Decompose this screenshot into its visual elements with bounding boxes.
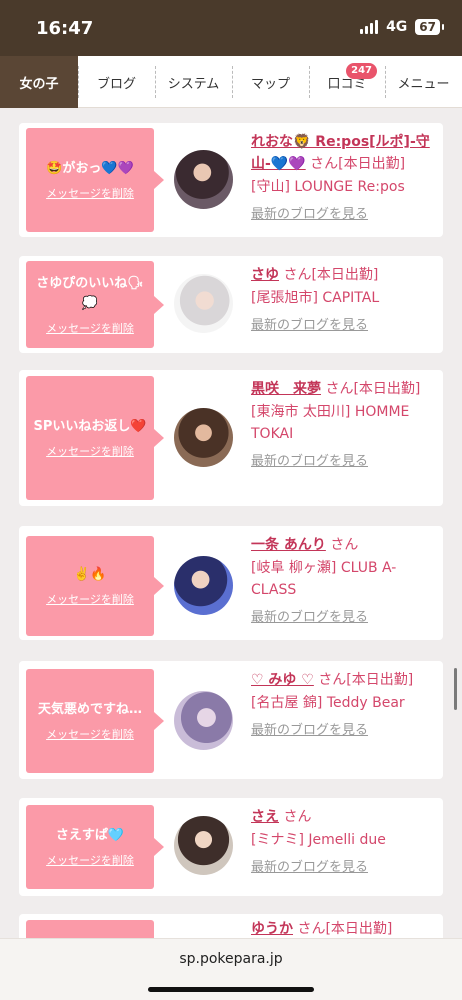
tab-label: ブログ — [96, 76, 136, 92]
latest-blog-link[interactable]: 最新のブログを見る — [251, 857, 437, 879]
cast-status: さん[本日出勤] — [283, 267, 379, 283]
message-card: SPいいねお返し❤️ メッセージを削除 黒咲 来夢 さん[本日出勤] [東海市 … — [19, 370, 443, 506]
avatar[interactable] — [174, 150, 233, 209]
message-card: さゆぴのいいね🗣💭 メッセージを削除 さゆ さん[本日出勤] [尾張旭市] CA… — [19, 256, 443, 353]
message-bubble: 🤩がおっ💙💜 メッセージを削除 — [26, 128, 164, 232]
status-icons: 4G 67 — [360, 19, 444, 35]
cast-info: 黒咲 来夢 さん[本日出勤] [東海市 太田川] HOMME TOKAI 最新の… — [251, 378, 437, 473]
avatar[interactable] — [174, 408, 233, 467]
delete-message-link[interactable]: メッセージを削除 — [46, 320, 134, 336]
message-text: 🤩がおっ💙💜 — [46, 161, 134, 176]
cast-status: さん[本日出勤] — [318, 672, 414, 688]
cast-status: さん — [283, 809, 312, 825]
delete-message-link[interactable]: メッセージを削除 — [46, 185, 134, 201]
tab-system[interactable]: システム — [155, 56, 232, 108]
cast-name-link[interactable]: 一条 あんり — [251, 537, 326, 553]
avatar[interactable] — [174, 274, 233, 333]
delete-message-link[interactable]: メッセージを削除 — [46, 726, 134, 742]
signal-icon — [360, 20, 379, 34]
cast-info: さえ さん [ミナミ] Jemelli due 最新のブログを見る — [251, 806, 437, 879]
tab-label: 女の子 — [19, 76, 59, 92]
latest-blog-link[interactable]: 最新のブログを見る — [251, 315, 437, 337]
cast-info: さゆ さん[本日出勤] [尾張旭市] CAPITAL 最新のブログを見る — [251, 264, 437, 337]
cast-info: れおな🦁 Re:pos[ルポ]-守山-💙💜 さん[本日出勤] [守山] LOUN… — [251, 131, 437, 226]
latest-blog-link[interactable]: 最新のブログを見る — [251, 720, 437, 742]
message-bubble: さゆぴのいいね🗣💭 メッセージを削除 — [26, 261, 164, 348]
message-bubble: ✌️🔥 メッセージを削除 — [26, 536, 164, 636]
message-text: さゆぴのいいね🗣💭 — [36, 275, 144, 311]
message-card: 天気悪めですね… メッセージを削除 ♡ みゆ ♡ さん[本日出勤] [名古屋 錦… — [19, 661, 443, 779]
url-text: sp.pokepara.jp — [179, 951, 283, 967]
reviews-count-badge: 247 — [346, 63, 377, 79]
browser-url-bar[interactable]: sp.pokepara.jp — [0, 938, 462, 1000]
network-type: 4G — [386, 19, 408, 35]
message-bubble: SPいいねお返し❤️ メッセージを削除 — [26, 376, 164, 500]
tab-label: システム — [167, 76, 220, 92]
message-card: 🤩がおっ💙💜 メッセージを削除 れおな🦁 Re:pos[ルポ]-守山-💙💜 さん… — [19, 123, 443, 237]
cast-status: さん[本日出勤] — [325, 381, 421, 397]
shop-location: [名古屋 錦] Teddy Bear — [251, 695, 405, 711]
tab-reviews[interactable]: 口コミ 247 — [309, 56, 385, 108]
tab-map[interactable]: マップ — [232, 56, 309, 108]
cast-info: 一条 あんり さん [岐阜 柳ヶ瀬] CLUB A-CLASS 最新のブログを見… — [251, 534, 437, 629]
nav-tabs: 女の子 ブログ システム マップ 口コミ 247 メニュー — [0, 56, 462, 108]
message-bubble: 天気悪めですね… メッセージを削除 — [26, 669, 164, 773]
shop-location: [ミナミ] Jemelli due — [251, 832, 386, 848]
tab-girls[interactable]: 女の子 — [0, 56, 78, 108]
message-bubble: さえすぱ🩵 メッセージを削除 — [26, 805, 164, 889]
latest-blog-link[interactable]: 最新のブログを見る — [251, 451, 437, 473]
tab-label: マップ — [250, 76, 290, 92]
message-text: SPいいねお返し❤️ — [33, 419, 147, 434]
scrollbar[interactable] — [454, 668, 457, 710]
shop-location: [尾張旭市] CAPITAL — [251, 290, 380, 306]
avatar[interactable] — [174, 816, 233, 875]
message-card: さえすぱ🩵 メッセージを削除 さえ さん [ミナミ] Jemelli due 最… — [19, 798, 443, 896]
message-text: 天気悪めですね… — [37, 702, 142, 717]
tab-menu[interactable]: メニュー — [385, 56, 462, 108]
shop-location: [東海市 太田川] HOMME TOKAI — [251, 404, 410, 442]
cast-name-link[interactable]: ♡ みゆ ♡ — [251, 672, 314, 688]
cast-info: ♡ みゆ ♡ さん[本日出勤] [名古屋 錦] Teddy Bear 最新のブロ… — [251, 669, 437, 742]
message-text: ✌️🔥 — [73, 567, 107, 582]
tab-blog[interactable]: ブログ — [78, 56, 155, 108]
cast-name-link[interactable]: さゆ — [251, 267, 279, 283]
status-bar: 16:47 4G 67 — [0, 0, 462, 56]
home-indicator[interactable] — [148, 987, 314, 992]
cast-status: さん[本日出勤] — [297, 921, 393, 937]
clock: 16:47 — [36, 18, 94, 39]
message-text: さえすぱ🩵 — [55, 828, 125, 843]
avatar[interactable] — [174, 691, 233, 750]
delete-message-link[interactable]: メッセージを削除 — [46, 591, 134, 607]
latest-blog-link[interactable]: 最新のブログを見る — [251, 607, 437, 629]
cast-name-link[interactable]: さえ — [251, 809, 279, 825]
shop-location: [守山] LOUNGE Re:pos — [251, 179, 405, 195]
delete-message-link[interactable]: メッセージを削除 — [46, 443, 134, 459]
message-card: ✌️🔥 メッセージを削除 一条 あんり さん [岐阜 柳ヶ瀬] CLUB A-C… — [19, 526, 443, 640]
cast-info: ゆうか さん[本日出勤] — [251, 918, 437, 940]
cast-status: さん — [330, 537, 359, 553]
avatar[interactable] — [174, 556, 233, 615]
latest-blog-link[interactable]: 最新のブログを見る — [251, 204, 437, 226]
cast-name-link[interactable]: ゆうか — [251, 921, 293, 937]
delete-message-link[interactable]: メッセージを削除 — [46, 852, 134, 868]
tab-label: メニュー — [397, 76, 450, 92]
shop-location: [岐阜 柳ヶ瀬] CLUB A-CLASS — [251, 560, 397, 598]
battery-icon: 67 — [415, 19, 444, 35]
cast-name-link[interactable]: 黒咲 来夢 — [251, 381, 321, 397]
cast-status: さん[本日出勤] — [310, 156, 406, 172]
